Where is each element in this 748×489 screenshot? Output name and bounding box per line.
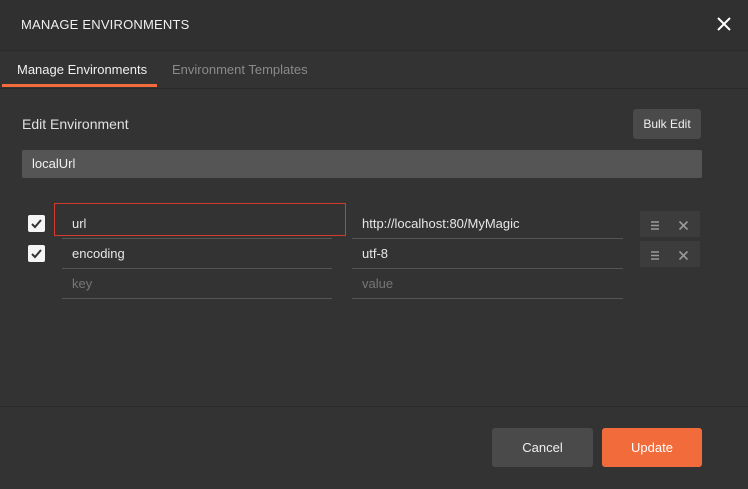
row-actions (640, 211, 700, 237)
variable-key-field[interactable]: url (62, 209, 332, 239)
variable-value-field[interactable]: utf-8 (352, 239, 623, 269)
variable-value-field[interactable]: http://localhost:80/MyMagic (352, 209, 623, 239)
cancel-button[interactable]: Cancel (492, 428, 593, 467)
update-button[interactable]: Update (602, 428, 702, 467)
active-tab-indicator (2, 84, 157, 87)
variable-enabled-checkbox[interactable] (28, 215, 45, 232)
environment-name-input[interactable]: localUrl (22, 150, 702, 178)
footer-divider (0, 406, 748, 407)
new-variable-row: key value (0, 269, 748, 299)
close-icon[interactable] (712, 12, 736, 36)
modal-header: MANAGE ENVIRONMENTS (0, 0, 748, 51)
edit-environment-heading: Edit Environment (22, 116, 129, 132)
row-actions (640, 241, 700, 267)
variable-enabled-checkbox[interactable] (28, 245, 45, 262)
delete-icon[interactable] (678, 248, 689, 266)
menu-icon[interactable] (650, 248, 660, 266)
tab-environment-templates[interactable]: Environment Templates (172, 62, 308, 77)
manage-environments-modal: MANAGE ENVIRONMENTS Manage Environments … (0, 0, 748, 489)
new-key-input[interactable]: key (62, 269, 332, 299)
modal-title: MANAGE ENVIRONMENTS (21, 17, 190, 32)
delete-icon[interactable] (678, 218, 689, 236)
bulk-edit-button[interactable]: Bulk Edit (633, 109, 701, 139)
variable-row: url http://localhost:80/MyMagic (0, 209, 748, 239)
new-value-input[interactable]: value (352, 269, 623, 299)
tab-manage-environments[interactable]: Manage Environments (17, 62, 147, 77)
variable-key-field[interactable]: encoding (62, 239, 332, 269)
variable-row: encoding utf-8 (0, 239, 748, 269)
menu-icon[interactable] (650, 218, 660, 236)
